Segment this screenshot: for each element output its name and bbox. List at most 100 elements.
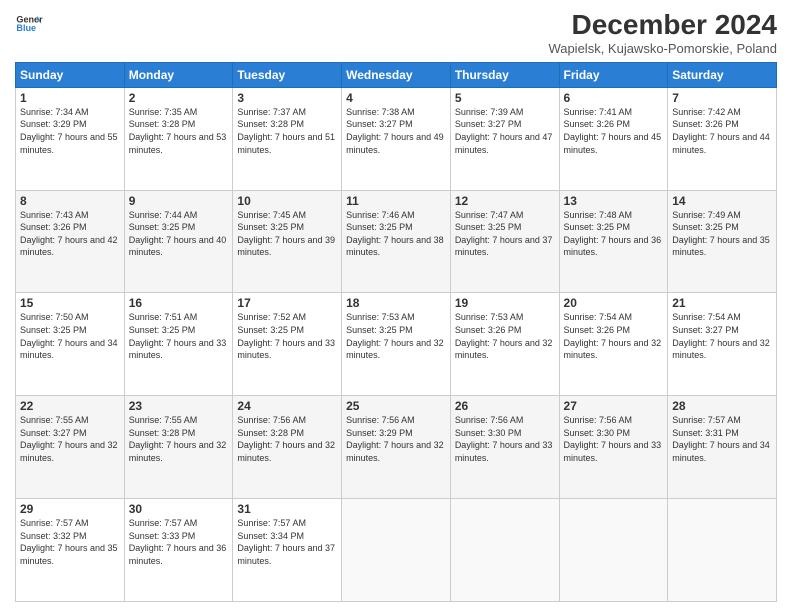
day-number: 27: [564, 399, 664, 413]
day-cell-10: 10Sunrise: 7:45 AMSunset: 3:25 PMDayligh…: [233, 190, 342, 293]
day-cell-1: 1Sunrise: 7:34 AMSunset: 3:29 PMDaylight…: [16, 87, 125, 190]
day-number: 8: [20, 194, 120, 208]
day-info: Sunrise: 7:57 AMSunset: 3:33 PMDaylight:…: [129, 517, 229, 567]
day-info: Sunrise: 7:35 AMSunset: 3:28 PMDaylight:…: [129, 106, 229, 156]
day-cell-28: 28Sunrise: 7:57 AMSunset: 3:31 PMDayligh…: [668, 396, 777, 499]
col-header-sunday: Sunday: [16, 62, 125, 87]
day-cell-6: 6Sunrise: 7:41 AMSunset: 3:26 PMDaylight…: [559, 87, 668, 190]
day-info: Sunrise: 7:54 AMSunset: 3:27 PMDaylight:…: [672, 311, 772, 361]
day-number: 4: [346, 91, 446, 105]
day-info: Sunrise: 7:34 AMSunset: 3:29 PMDaylight:…: [20, 106, 120, 156]
day-cell-2: 2Sunrise: 7:35 AMSunset: 3:28 PMDaylight…: [124, 87, 233, 190]
day-number: 1: [20, 91, 120, 105]
day-cell-12: 12Sunrise: 7:47 AMSunset: 3:25 PMDayligh…: [450, 190, 559, 293]
day-number: 30: [129, 502, 229, 516]
week-row-5: 29Sunrise: 7:57 AMSunset: 3:32 PMDayligh…: [16, 499, 777, 602]
col-header-thursday: Thursday: [450, 62, 559, 87]
day-info: Sunrise: 7:41 AMSunset: 3:26 PMDaylight:…: [564, 106, 664, 156]
day-cell-8: 8Sunrise: 7:43 AMSunset: 3:26 PMDaylight…: [16, 190, 125, 293]
week-row-1: 1Sunrise: 7:34 AMSunset: 3:29 PMDaylight…: [16, 87, 777, 190]
day-cell-26: 26Sunrise: 7:56 AMSunset: 3:30 PMDayligh…: [450, 396, 559, 499]
svg-text:Blue: Blue: [16, 23, 36, 33]
day-number: 14: [672, 194, 772, 208]
day-info: Sunrise: 7:51 AMSunset: 3:25 PMDaylight:…: [129, 311, 229, 361]
col-header-wednesday: Wednesday: [342, 62, 451, 87]
day-cell-9: 9Sunrise: 7:44 AMSunset: 3:25 PMDaylight…: [124, 190, 233, 293]
day-info: Sunrise: 7:38 AMSunset: 3:27 PMDaylight:…: [346, 106, 446, 156]
day-number: 5: [455, 91, 555, 105]
day-info: Sunrise: 7:39 AMSunset: 3:27 PMDaylight:…: [455, 106, 555, 156]
day-number: 11: [346, 194, 446, 208]
day-info: Sunrise: 7:55 AMSunset: 3:28 PMDaylight:…: [129, 414, 229, 464]
day-cell-22: 22Sunrise: 7:55 AMSunset: 3:27 PMDayligh…: [16, 396, 125, 499]
day-number: 31: [237, 502, 337, 516]
day-cell-24: 24Sunrise: 7:56 AMSunset: 3:28 PMDayligh…: [233, 396, 342, 499]
week-row-4: 22Sunrise: 7:55 AMSunset: 3:27 PMDayligh…: [16, 396, 777, 499]
day-cell-25: 25Sunrise: 7:56 AMSunset: 3:29 PMDayligh…: [342, 396, 451, 499]
day-info: Sunrise: 7:56 AMSunset: 3:30 PMDaylight:…: [564, 414, 664, 464]
day-number: 17: [237, 296, 337, 310]
day-info: Sunrise: 7:43 AMSunset: 3:26 PMDaylight:…: [20, 209, 120, 259]
day-number: 15: [20, 296, 120, 310]
day-cell-4: 4Sunrise: 7:38 AMSunset: 3:27 PMDaylight…: [342, 87, 451, 190]
col-header-friday: Friday: [559, 62, 668, 87]
day-number: 21: [672, 296, 772, 310]
day-info: Sunrise: 7:42 AMSunset: 3:26 PMDaylight:…: [672, 106, 772, 156]
day-info: Sunrise: 7:57 AMSunset: 3:34 PMDaylight:…: [237, 517, 337, 567]
day-info: Sunrise: 7:47 AMSunset: 3:25 PMDaylight:…: [455, 209, 555, 259]
day-number: 3: [237, 91, 337, 105]
day-info: Sunrise: 7:49 AMSunset: 3:25 PMDaylight:…: [672, 209, 772, 259]
day-info: Sunrise: 7:54 AMSunset: 3:26 PMDaylight:…: [564, 311, 664, 361]
col-header-monday: Monday: [124, 62, 233, 87]
day-number: 28: [672, 399, 772, 413]
day-cell-23: 23Sunrise: 7:55 AMSunset: 3:28 PMDayligh…: [124, 396, 233, 499]
day-cell-31: 31Sunrise: 7:57 AMSunset: 3:34 PMDayligh…: [233, 499, 342, 602]
day-info: Sunrise: 7:57 AMSunset: 3:31 PMDaylight:…: [672, 414, 772, 464]
day-number: 2: [129, 91, 229, 105]
location-title: Wapielsk, Kujawsko-Pomorskie, Poland: [548, 41, 777, 56]
day-number: 29: [20, 502, 120, 516]
day-number: 20: [564, 296, 664, 310]
day-cell-16: 16Sunrise: 7:51 AMSunset: 3:25 PMDayligh…: [124, 293, 233, 396]
day-info: Sunrise: 7:57 AMSunset: 3:32 PMDaylight:…: [20, 517, 120, 567]
day-cell-19: 19Sunrise: 7:53 AMSunset: 3:26 PMDayligh…: [450, 293, 559, 396]
day-cell-13: 13Sunrise: 7:48 AMSunset: 3:25 PMDayligh…: [559, 190, 668, 293]
day-number: 25: [346, 399, 446, 413]
day-number: 24: [237, 399, 337, 413]
empty-cell: [342, 499, 451, 602]
week-row-2: 8Sunrise: 7:43 AMSunset: 3:26 PMDaylight…: [16, 190, 777, 293]
day-number: 6: [564, 91, 664, 105]
day-cell-14: 14Sunrise: 7:49 AMSunset: 3:25 PMDayligh…: [668, 190, 777, 293]
day-info: Sunrise: 7:55 AMSunset: 3:27 PMDaylight:…: [20, 414, 120, 464]
day-cell-18: 18Sunrise: 7:53 AMSunset: 3:25 PMDayligh…: [342, 293, 451, 396]
day-info: Sunrise: 7:46 AMSunset: 3:25 PMDaylight:…: [346, 209, 446, 259]
day-cell-27: 27Sunrise: 7:56 AMSunset: 3:30 PMDayligh…: [559, 396, 668, 499]
day-cell-5: 5Sunrise: 7:39 AMSunset: 3:27 PMDaylight…: [450, 87, 559, 190]
day-info: Sunrise: 7:37 AMSunset: 3:28 PMDaylight:…: [237, 106, 337, 156]
day-info: Sunrise: 7:56 AMSunset: 3:28 PMDaylight:…: [237, 414, 337, 464]
day-info: Sunrise: 7:52 AMSunset: 3:25 PMDaylight:…: [237, 311, 337, 361]
col-header-saturday: Saturday: [668, 62, 777, 87]
day-number: 19: [455, 296, 555, 310]
day-cell-30: 30Sunrise: 7:57 AMSunset: 3:33 PMDayligh…: [124, 499, 233, 602]
logo: General Blue: [15, 10, 45, 38]
logo-icon: General Blue: [15, 10, 43, 38]
day-cell-15: 15Sunrise: 7:50 AMSunset: 3:25 PMDayligh…: [16, 293, 125, 396]
day-number: 13: [564, 194, 664, 208]
day-number: 16: [129, 296, 229, 310]
day-number: 26: [455, 399, 555, 413]
day-cell-20: 20Sunrise: 7:54 AMSunset: 3:26 PMDayligh…: [559, 293, 668, 396]
page-header: General Blue December 2024 Wapielsk, Kuj…: [15, 10, 777, 56]
col-header-tuesday: Tuesday: [233, 62, 342, 87]
day-number: 7: [672, 91, 772, 105]
day-cell-21: 21Sunrise: 7:54 AMSunset: 3:27 PMDayligh…: [668, 293, 777, 396]
day-cell-3: 3Sunrise: 7:37 AMSunset: 3:28 PMDaylight…: [233, 87, 342, 190]
title-block: December 2024 Wapielsk, Kujawsko-Pomorsk…: [548, 10, 777, 56]
day-number: 22: [20, 399, 120, 413]
day-number: 23: [129, 399, 229, 413]
day-info: Sunrise: 7:50 AMSunset: 3:25 PMDaylight:…: [20, 311, 120, 361]
calendar-table: SundayMondayTuesdayWednesdayThursdayFrid…: [15, 62, 777, 602]
day-info: Sunrise: 7:44 AMSunset: 3:25 PMDaylight:…: [129, 209, 229, 259]
day-info: Sunrise: 7:53 AMSunset: 3:26 PMDaylight:…: [455, 311, 555, 361]
day-info: Sunrise: 7:53 AMSunset: 3:25 PMDaylight:…: [346, 311, 446, 361]
